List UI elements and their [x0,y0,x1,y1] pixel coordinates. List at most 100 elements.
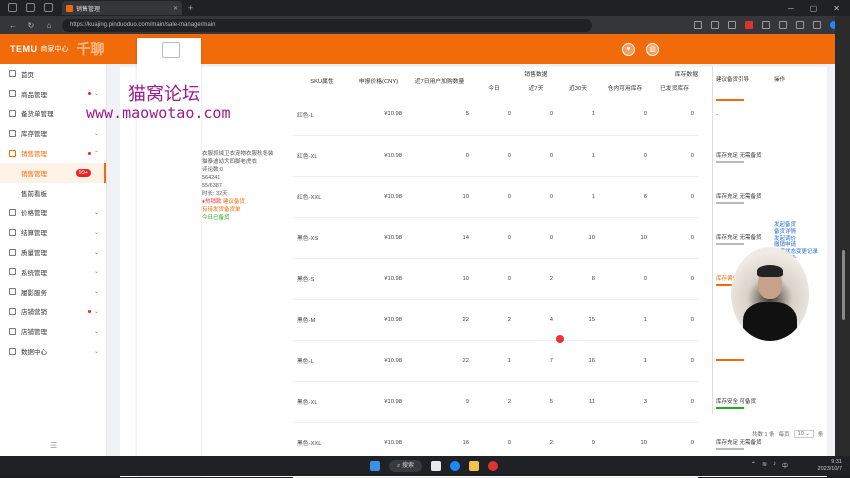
megaphone-icon [9,307,16,315]
advice-cell [713,354,772,395]
table-cell: ¥10.98 [351,135,406,177]
start-stocking-link[interactable]: 发起备货 [774,222,818,229]
sku-cell: 红色-L [293,94,351,136]
taskview-icon[interactable] [431,461,442,471]
gear-icon [9,268,16,276]
sidebar-item-label: 价格管理 [21,210,47,218]
collections-icon[interactable] [796,21,804,29]
table-cell: 0 [515,135,557,177]
table-cell: 2 [473,381,515,423]
product-meta: 564241 [202,175,221,181]
close-window-icon[interactable]: ✕ [833,4,840,13]
chevron-down-icon: ⌄ [93,249,99,256]
tray-chevron-icon[interactable]: ⌃ [751,461,756,470]
extension-icon[interactable] [728,21,736,29]
tab-close-icon[interactable]: ✕ [173,5,178,12]
chevron-down-icon: ⌄ [93,91,99,98]
table-cell: 0 [651,176,698,218]
maximize-icon[interactable]: ▢ [810,4,818,13]
notification-icon[interactable]: ♥ [622,43,635,56]
more-icon[interactable] [813,21,821,29]
recorder-app-icon[interactable] [488,461,499,471]
edge-icon[interactable] [450,461,461,471]
stock-detail-link[interactable]: 备货详情 [774,229,818,236]
favorite-icon[interactable] [711,21,719,29]
sidebar-item-system[interactable]: 系统管理 ⌄ [0,262,106,282]
table-cell: 8 [557,258,599,300]
col-header: SKU属性 [310,78,334,85]
sidebar-item-inventory[interactable]: 库存管理 ⌄ [0,123,106,143]
product-meta: 55/6387 [202,183,222,189]
hot-tag: ♦热销款 [202,199,222,205]
clock[interactable]: 9:31 2023/10/7 [818,459,842,472]
profile-icon[interactable] [8,3,17,12]
home-icon[interactable]: ⌂ [44,21,54,30]
sidebar-item-quality[interactable]: 质量管理 ⌄ [0,242,106,262]
col-header[interactable]: 近7天 [515,80,557,94]
sidebar-item-photo-service[interactable]: 履影服务 ⌄ [0,282,106,302]
per-page-select[interactable]: 10 ⌄ [793,430,814,438]
sidebar-item-data-center[interactable]: 数据中心 ⌄ [0,341,106,361]
sidebar-item-settlement[interactable]: 结算管理 ⌄ [0,222,106,242]
read-aloud-icon[interactable] [694,21,702,29]
minimize-icon[interactable]: ─ [788,4,794,13]
alert-dot [88,151,91,155]
table-cell: 0 [515,176,557,218]
scrollbar[interactable] [842,250,845,320]
table-cell: 9 [406,381,473,423]
temu-logo[interactable]: TEMU [10,44,38,54]
cursor-indicator [556,335,564,343]
tab-title: 销售管理 [76,6,101,13]
table-cell: 0 [651,258,698,300]
sidebar-item-products[interactable]: 商品管理 ⌄ [0,84,106,104]
col-header: 仓内可用库存 [607,85,643,92]
windows-start-icon[interactable] [370,461,380,471]
taskbar-search[interactable]: ⌕ 搜索 [389,460,423,472]
table-cell: 1 [557,94,599,136]
table-cell: 0 [651,94,698,136]
sidebar-item-store[interactable]: 店铺管理 ⌄ [0,321,106,341]
recorder-extension-icon[interactable] [745,21,753,29]
reload-icon[interactable]: ↻ [26,21,36,30]
address-bar-row: ← ↻ ⌂ https://kuajing.pinduoduo.com/main… [0,16,850,34]
volume-icon[interactable]: ♪ [773,461,776,470]
sidebar-item-price[interactable]: 价格管理 ⌄ [0,203,106,223]
table-cell: 10 [599,217,651,259]
split-screen-icon[interactable] [762,21,770,29]
sidebar-item-marketing[interactable]: 店铺营销 ⌄ [0,302,106,322]
new-tab-button[interactable]: + [188,3,193,13]
chevron-down-icon: ⌄ [93,348,99,355]
product-title[interactable]: 衣服抓绒卫衣宠物衣服秋冬装 [202,150,292,158]
sidebar-item-label: 商品管理 [21,91,47,99]
col-header: 近7日用户加购数量 [414,78,465,85]
sidebar-subitem-presale-board[interactable]: 售前看板 [0,183,106,203]
help-book-icon[interactable]: ▥ [646,43,659,56]
col-header[interactable]: 近30天 [557,80,599,94]
alert-dot [88,92,91,96]
table-cell: 0 [599,94,651,136]
sidebar-item-sales[interactable]: 销售管理 ⌃ [0,143,106,163]
back-icon[interactable]: ← [8,21,18,30]
sidebar-item-label: 售前看板 [21,190,47,198]
sidebar-subitem-sales-manage[interactable]: 销售管理 99+ [0,162,106,183]
checkbox-icon[interactable] [162,42,180,58]
pending-order-tag[interactable]: 有待发货备货单 [202,206,292,214]
workspaces-icon[interactable] [26,3,35,12]
tab-actions-icon[interactable] [44,3,53,12]
advice-cell: 库存充足 无需备货 [713,149,772,190]
chevron-down-icon: ⌄ [93,328,99,335]
col-header[interactable]: 今日 [473,80,515,94]
table-cell: 1 [599,299,651,341]
wifi-icon[interactable]: ≋ [762,461,767,470]
browser-tab[interactable]: 销售管理 ✕ [62,1,182,15]
table-row: 红色-XL ¥10.98 0 0 0 1 0 0 [293,135,698,177]
per-page-unit: 条 [817,432,824,438]
collapse-sidebar-icon[interactable]: ☰ [50,441,57,450]
table-cell: 7 [515,340,557,382]
input-language[interactable]: 中 [782,461,788,470]
table-cell: 2 [473,299,515,341]
file-explorer-icon[interactable] [469,461,480,471]
favorites-bar-icon[interactable] [779,21,787,29]
sidebar-item-home[interactable]: 首页 [0,64,106,84]
url-field[interactable]: https://kuajing.pinduoduo.com/main/sale-… [62,18,592,32]
